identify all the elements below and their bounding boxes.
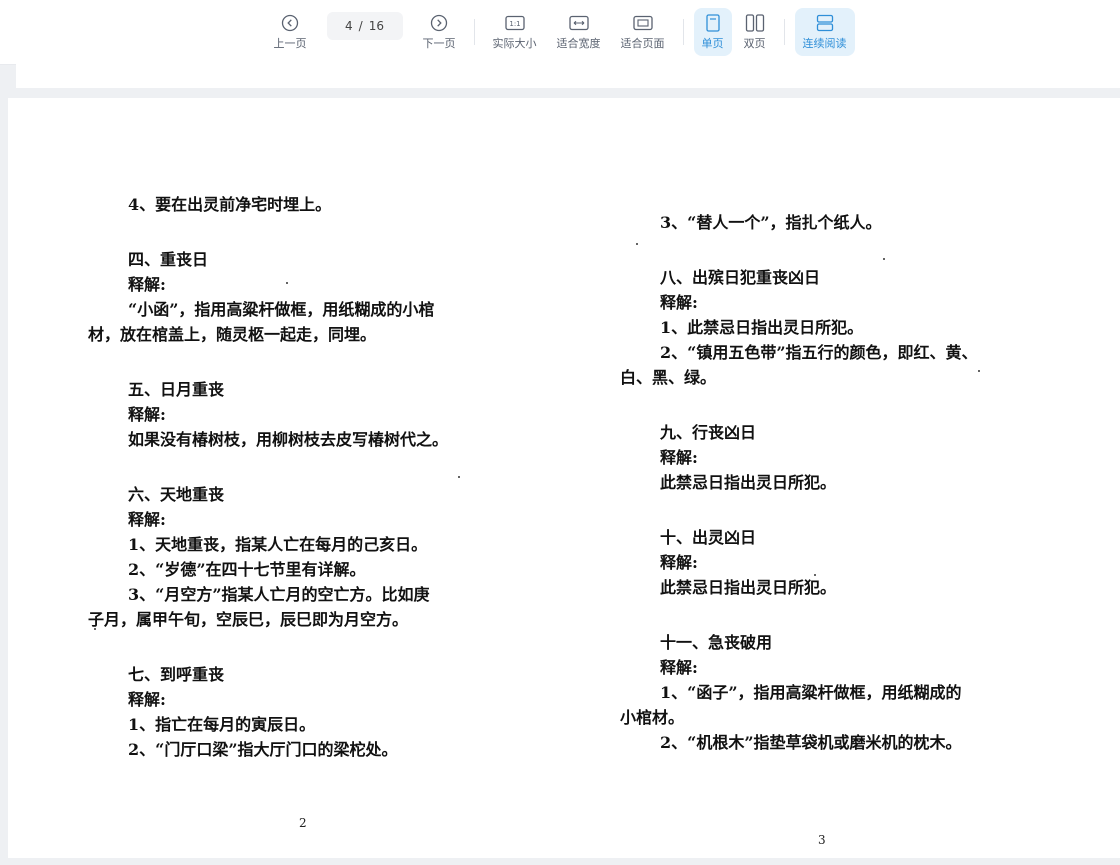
viewer-toolbar: 上一页 4 / 16 下一页 1:1 实际大小 适合宽度 适合页面 单页 双页 … — [0, 0, 1120, 65]
prev-page-label: 上一页 — [273, 37, 307, 50]
scan-speck — [636, 243, 638, 245]
text-line: 此禁忌日指出灵日所犯。 — [660, 473, 837, 492]
left-page-number: 2 — [299, 816, 307, 830]
text-line: 1、天地重丧，指某人亡在每月的己亥日。 — [128, 535, 428, 554]
layout-controls: 单页 双页 — [692, 0, 776, 64]
previous-page-sheet — [16, 64, 1120, 88]
text-line: 3、“月空方”指某人亡月的空亡方。比如庚 — [128, 585, 430, 604]
section-heading: 十、出灵凶日 — [660, 528, 757, 547]
page-indicator[interactable]: 4 / 16 — [326, 12, 403, 40]
section-heading: 九、行丧凶日 — [660, 423, 757, 442]
section-heading: 六、天地重丧 — [128, 485, 225, 504]
text-line: 2、“镇用五色带”指五行的颜色，即红、黄、 — [660, 343, 978, 362]
fit-page-label: 适合页面 — [620, 37, 665, 50]
chevron-right-circle-icon — [429, 13, 449, 33]
document-page-spread: 4、要在出灵前净宅时埋上。 四、重丧日 释解: “小函”，指用高粱杆做框，用纸糊… — [8, 98, 1120, 858]
double-page-icon — [745, 13, 765, 33]
text-line: 2、“机根木”指垫草袋机或磨米机的枕木。 — [660, 733, 962, 752]
actual-size-icon: 1:1 — [504, 13, 525, 33]
text-line: 1、“函子”，指用高粱杆做框，用纸糊成的 — [660, 683, 962, 702]
toolbar-divider — [682, 19, 684, 45]
text-line: 材，放在棺盖上，随灵柩一起走，同埋。 — [88, 325, 377, 344]
text-line: 4、要在出灵前净宅时埋上。 — [128, 195, 332, 214]
text-line: “小函”，指用高粱杆做框，用纸糊成的小棺 — [128, 300, 435, 319]
single-page-label: 单页 — [701, 37, 724, 50]
double-page-button[interactable]: 双页 — [736, 8, 774, 56]
total-pages: 16 — [368, 19, 384, 33]
text-line: 1、此禁忌日指出灵日所犯。 — [660, 318, 864, 337]
text-line: 如果没有椿树枝，用柳树枝去皮写椿树代之。 — [128, 430, 449, 449]
text-line: 2、“门厅口梁”指大厅门口的梁柁处。 — [128, 740, 398, 759]
text-line: 小棺材。 — [620, 708, 685, 727]
zoom-controls: 1:1 实际大小 适合宽度 适合页面 — [483, 0, 675, 64]
prev-page-button[interactable]: 上一页 — [266, 8, 315, 56]
scan-speck — [814, 574, 816, 576]
text-line: 释解: — [128, 405, 166, 424]
single-page-button[interactable]: 单页 — [693, 8, 732, 56]
scan-speck — [94, 628, 96, 630]
page-navigation: 上一页 4 / 16 下一页 — [264, 0, 466, 64]
next-page-button[interactable]: 下一页 — [415, 8, 464, 56]
text-line: 释解: — [660, 658, 698, 677]
text-line: 子月，属甲午旬，空辰巳，辰巳即为月空方。 — [88, 610, 409, 629]
page-separator: / — [358, 19, 363, 33]
continuous-reading-button[interactable]: 连续阅读 — [794, 8, 855, 56]
next-page-label: 下一页 — [422, 37, 456, 50]
text-line: 释解: — [660, 293, 698, 312]
scan-speck — [978, 370, 980, 372]
continuous-reading-label: 连续阅读 — [802, 37, 847, 50]
toolbar-divider — [473, 19, 475, 45]
scan-speck — [458, 476, 460, 478]
current-page-number: 4 — [345, 19, 353, 33]
section-heading: 八、出殡日犯重丧凶日 — [660, 268, 821, 287]
fit-width-icon — [568, 13, 589, 33]
right-page-number: 3 — [818, 833, 826, 847]
right-page-text: 3、“替人一个”，指扎个纸人。 八、出殡日犯重丧凶日 释解: 1、此禁忌日指出灵… — [620, 210, 978, 755]
text-line: 3、“替人一个”，指扎个纸人。 — [660, 213, 882, 232]
text-line: 释解: — [660, 448, 698, 467]
toolbar-divider — [783, 19, 785, 45]
text-line: 1、指亡在每月的寅辰日。 — [128, 715, 316, 734]
text-line: 释解: — [128, 275, 166, 294]
actual-size-label: 实际大小 — [492, 37, 537, 50]
chevron-left-circle-icon — [280, 13, 300, 33]
section-heading: 四、重丧日 — [128, 250, 209, 269]
text-line: 释解: — [128, 690, 166, 709]
fit-page-icon — [632, 13, 653, 33]
text-line: 释解: — [660, 553, 698, 572]
actual-size-button[interactable]: 1:1 实际大小 — [485, 8, 545, 56]
scan-speck — [286, 282, 288, 284]
single-page-icon — [703, 13, 723, 33]
fit-page-button[interactable]: 适合页面 — [613, 8, 673, 56]
text-line: 此禁忌日指出灵日所犯。 — [660, 578, 837, 597]
text-line: 释解: — [128, 510, 166, 529]
section-heading: 五、日月重丧 — [128, 380, 225, 399]
section-heading: 十一、急丧破用 — [660, 633, 773, 652]
fit-width-label: 适合宽度 — [556, 37, 601, 50]
fit-width-button[interactable]: 适合宽度 — [549, 8, 609, 56]
text-line: 2、“岁德”在四十七节里有详解。 — [128, 560, 366, 579]
svg-text:1:1: 1:1 — [509, 20, 520, 28]
section-heading: 七、到呼重丧 — [128, 665, 225, 684]
text-line: 白、黑、绿。 — [620, 368, 717, 387]
scan-speck — [883, 258, 885, 260]
left-page-text: 4、要在出灵前净宅时埋上。 四、重丧日 释解: “小函”，指用高粱杆做框，用纸糊… — [88, 192, 448, 762]
double-page-label: 双页 — [743, 37, 766, 50]
scroll-mode-controls: 连续阅读 — [793, 0, 857, 64]
continuous-reading-icon — [815, 13, 835, 33]
